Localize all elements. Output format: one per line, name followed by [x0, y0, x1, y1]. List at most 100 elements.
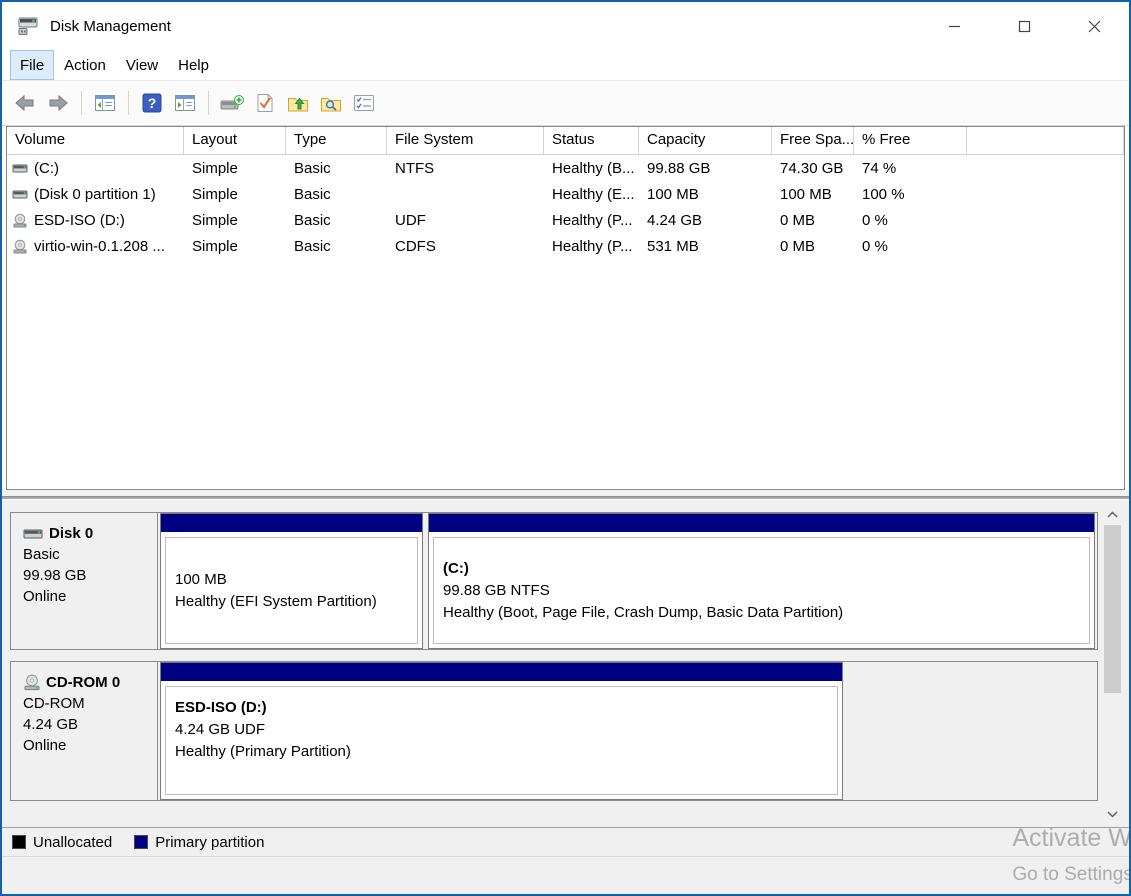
cd-volume-icon [12, 213, 29, 228]
disk-management-app-icon [16, 15, 40, 37]
show-action-pane-icon[interactable] [172, 90, 198, 116]
primary-partition-swatch [134, 835, 148, 849]
volume-status: Healthy (P... [544, 238, 639, 255]
disk-management-window: Disk Management File Action View Help [0, 0, 1131, 896]
cdrom-strip-empty-area [848, 662, 1095, 800]
volume-list-pane: Volume Layout Type File System Status Ca… [6, 126, 1125, 490]
column-header-capacity[interactable]: Capacity [639, 127, 772, 154]
cdrom0-name: CD-ROM 0 [46, 672, 120, 693]
menu-file[interactable]: File [10, 50, 54, 80]
back-icon[interactable] [12, 90, 38, 116]
legend-primary-partition-label: Primary partition [155, 834, 264, 851]
cdrom0-strip: CD-ROM 0 CD-ROM 4.24 GB Online ESD-ISO (… [10, 661, 1098, 801]
folder-export-icon[interactable] [285, 90, 311, 116]
help-icon[interactable]: ? [139, 90, 165, 116]
disk0-type: Basic [23, 544, 151, 565]
volume-free-space: 0 MB [772, 238, 854, 255]
esd-iso-partition-block[interactable]: ESD-ISO (D:) 4.24 GB UDF Healthy (Primar… [160, 662, 843, 800]
column-header-free-space[interactable]: Free Spa... [772, 127, 854, 154]
efi-partition-block[interactable]: 100 MB Healthy (EFI System Partition) [160, 513, 423, 649]
folder-find-icon[interactable] [318, 90, 344, 116]
svg-text:?: ? [148, 95, 157, 111]
volume-status: Healthy (E... [544, 186, 639, 203]
volume-row-esd-iso[interactable]: ESD-ISO (D:) Simple Basic UDF Healthy (P… [7, 207, 1124, 233]
volume-file-system: NTFS [387, 160, 544, 177]
scroll-down-icon[interactable] [1104, 806, 1121, 823]
volume-row-virtio-win[interactable]: virtio-win-0.1.208 ... Simple Basic CDFS… [7, 233, 1124, 259]
show-console-tree-icon[interactable] [92, 90, 118, 116]
volume-pct-free: 100 % [854, 186, 967, 203]
volume-capacity: 4.24 GB [639, 212, 772, 229]
volume-capacity: 99.88 GB [639, 160, 772, 177]
volume-layout: Simple [184, 238, 286, 255]
column-header-type[interactable]: Type [286, 127, 387, 154]
volume-type: Basic [286, 186, 387, 203]
volume-list-header: Volume Layout Type File System Status Ca… [7, 127, 1124, 155]
toolbar-separator [128, 91, 129, 115]
cdrom0-header[interactable]: CD-ROM 0 CD-ROM 4.24 GB Online [11, 662, 158, 800]
forward-icon[interactable] [45, 90, 71, 116]
volume-row-disk0-partition1[interactable]: (Disk 0 partition 1) Simple Basic Health… [7, 181, 1124, 207]
esd-iso-partition-status: Healthy (Primary Partition) [175, 741, 837, 763]
disk0-header[interactable]: Disk 0 Basic 99.98 GB Online [11, 513, 158, 649]
volume-row-c[interactable]: (C:) Simple Basic NTFS Healthy (B... 99.… [7, 155, 1124, 181]
legend-bar: Unallocated Primary partition [2, 827, 1129, 856]
volume-layout: Simple [184, 186, 286, 203]
volume-type: Basic [286, 212, 387, 229]
column-header-pct-free[interactable]: % Free [854, 127, 967, 154]
scrollbar-thumb[interactable] [1104, 525, 1121, 693]
volume-name: ESD-ISO (D:) [34, 212, 125, 229]
toolbar-separator [81, 91, 82, 115]
disk-device-icon [23, 527, 45, 541]
toolbar-separator [208, 91, 209, 115]
volume-name: virtio-win-0.1.208 ... [34, 238, 165, 255]
minimize-button[interactable] [919, 2, 989, 50]
disk0-strip: Disk 0 Basic 99.98 GB Online 100 MB Heal… [10, 512, 1098, 650]
column-header-volume[interactable]: Volume [7, 127, 184, 154]
menu-view[interactable]: View [116, 50, 168, 80]
disk-volume-icon [12, 188, 29, 201]
legend-primary-partition: Primary partition [134, 834, 264, 851]
column-header-file-system[interactable]: File System [387, 127, 544, 154]
volume-free-space: 0 MB [772, 212, 854, 229]
volume-name: (C:) [34, 160, 59, 177]
volume-status: Healthy (B... [544, 160, 639, 177]
titlebar: Disk Management [2, 2, 1129, 50]
c-partition-name: (C:) [443, 558, 1089, 580]
volume-pct-free: 0 % [854, 238, 967, 255]
volume-file-system: UDF [387, 212, 544, 229]
c-partition-block[interactable]: (C:) 99.88 GB NTFS Healthy (Boot, Page F… [428, 513, 1095, 649]
column-header-status[interactable]: Status [544, 127, 639, 154]
check-document-icon[interactable] [252, 90, 278, 116]
properties-icon[interactable] [351, 90, 377, 116]
volume-pct-free: 74 % [854, 160, 967, 177]
volume-layout: Simple [184, 160, 286, 177]
graphical-view-pane: Disk 0 Basic 99.98 GB Online 100 MB Heal… [2, 506, 1129, 827]
disk0-name: Disk 0 [49, 523, 93, 544]
rescan-disks-icon[interactable] [219, 90, 245, 116]
toolbar: ? [2, 80, 1129, 126]
volume-free-space: 100 MB [772, 186, 854, 203]
cdrom0-type: CD-ROM [23, 693, 151, 714]
volume-type: Basic [286, 238, 387, 255]
menubar: File Action View Help [2, 50, 1129, 80]
menu-action[interactable]: Action [54, 50, 116, 80]
disk-volume-icon [12, 162, 29, 175]
scroll-up-icon[interactable] [1104, 506, 1121, 523]
close-button[interactable] [1059, 2, 1129, 50]
c-partition-status: Healthy (Boot, Page File, Crash Dump, Ba… [443, 602, 1089, 624]
esd-iso-partition-size: 4.24 GB UDF [175, 719, 837, 741]
disk0-size: 99.98 GB [23, 565, 151, 586]
volume-layout: Simple [184, 212, 286, 229]
column-header-layout[interactable]: Layout [184, 127, 286, 154]
maximize-button[interactable] [989, 2, 1059, 50]
volume-file-system: CDFS [387, 238, 544, 255]
primary-partition-colorbar [161, 514, 422, 532]
menu-help[interactable]: Help [168, 50, 219, 80]
pane-splitter[interactable] [2, 490, 1129, 506]
status-bar [2, 856, 1129, 894]
efi-partition-size: 100 MB [175, 569, 417, 591]
volume-capacity: 531 MB [639, 238, 772, 255]
volume-pct-free: 0 % [854, 212, 967, 229]
graphical-view-scrollbar[interactable] [1104, 506, 1121, 827]
